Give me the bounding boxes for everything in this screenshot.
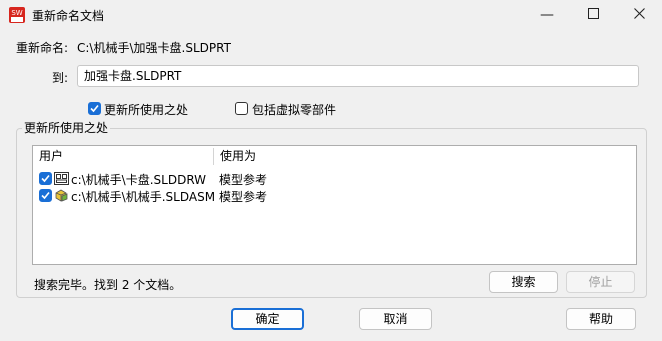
to-label: 到: xyxy=(52,71,69,85)
list-item[interactable]: c:\机械手\机械手.SLDASM 模型参考 xyxy=(33,187,633,204)
source-path: C:\机械手\加强卡盘.SLDPRT xyxy=(77,41,231,55)
column-header-user[interactable]: 用户 xyxy=(33,146,213,167)
minimize-icon: — xyxy=(540,7,554,23)
new-name-input[interactable]: 加强卡盘.SLDPRT xyxy=(77,65,639,87)
references-list[interactable]: 用户 使用为 c:\机械手\卡盘.SLDDRW 模型参考 c:\机械手\机械手.… xyxy=(32,145,637,265)
row-usage: 模型参考 xyxy=(219,173,268,187)
column-header-usage[interactable]: 使用为 xyxy=(214,146,414,167)
row-usage: 模型参考 xyxy=(219,190,268,204)
ok-button[interactable]: 确定 xyxy=(231,308,304,330)
close-button[interactable] xyxy=(616,0,662,30)
help-button[interactable]: 帮助 xyxy=(566,308,636,330)
svg-text:SW: SW xyxy=(11,9,22,17)
list-item[interactable]: c:\机械手\卡盘.SLDDRW 模型参考 xyxy=(33,170,633,187)
drawing-file-icon xyxy=(54,171,69,186)
maximize-button[interactable] xyxy=(570,0,616,30)
rename-label: 重新命名: xyxy=(16,41,69,55)
maximize-icon xyxy=(587,7,599,23)
group-title: 更新所使用之处 xyxy=(22,119,111,136)
stop-button[interactable]: 停止 xyxy=(566,271,635,293)
row-file-name: c:\机械手\机械手.SLDASM xyxy=(71,190,216,204)
row-file-name: c:\机械手\卡盘.SLDDRW xyxy=(71,173,207,187)
search-button[interactable]: 搜索 xyxy=(489,271,558,293)
assembly-file-icon xyxy=(54,188,69,203)
title-bar[interactable]: SW 重新命名文档 — xyxy=(0,0,662,30)
cancel-button[interactable]: 取消 xyxy=(359,308,432,330)
solidworks-app-icon: SW xyxy=(8,6,26,24)
minimize-button[interactable]: — xyxy=(524,0,570,30)
search-status-text: 搜索完毕。找到 2 个文档。 xyxy=(34,278,182,292)
update-where-used-label: 更新所使用之处 xyxy=(104,103,189,117)
row-checkbox[interactable] xyxy=(39,189,52,202)
update-where-used-checkbox[interactable] xyxy=(88,102,101,115)
window-title: 重新命名文档 xyxy=(32,9,105,23)
include-virtual-checkbox[interactable] xyxy=(235,102,248,115)
close-icon xyxy=(633,7,645,23)
row-checkbox[interactable] xyxy=(39,172,52,185)
include-virtual-label: 包括虚拟零部件 xyxy=(252,103,337,117)
